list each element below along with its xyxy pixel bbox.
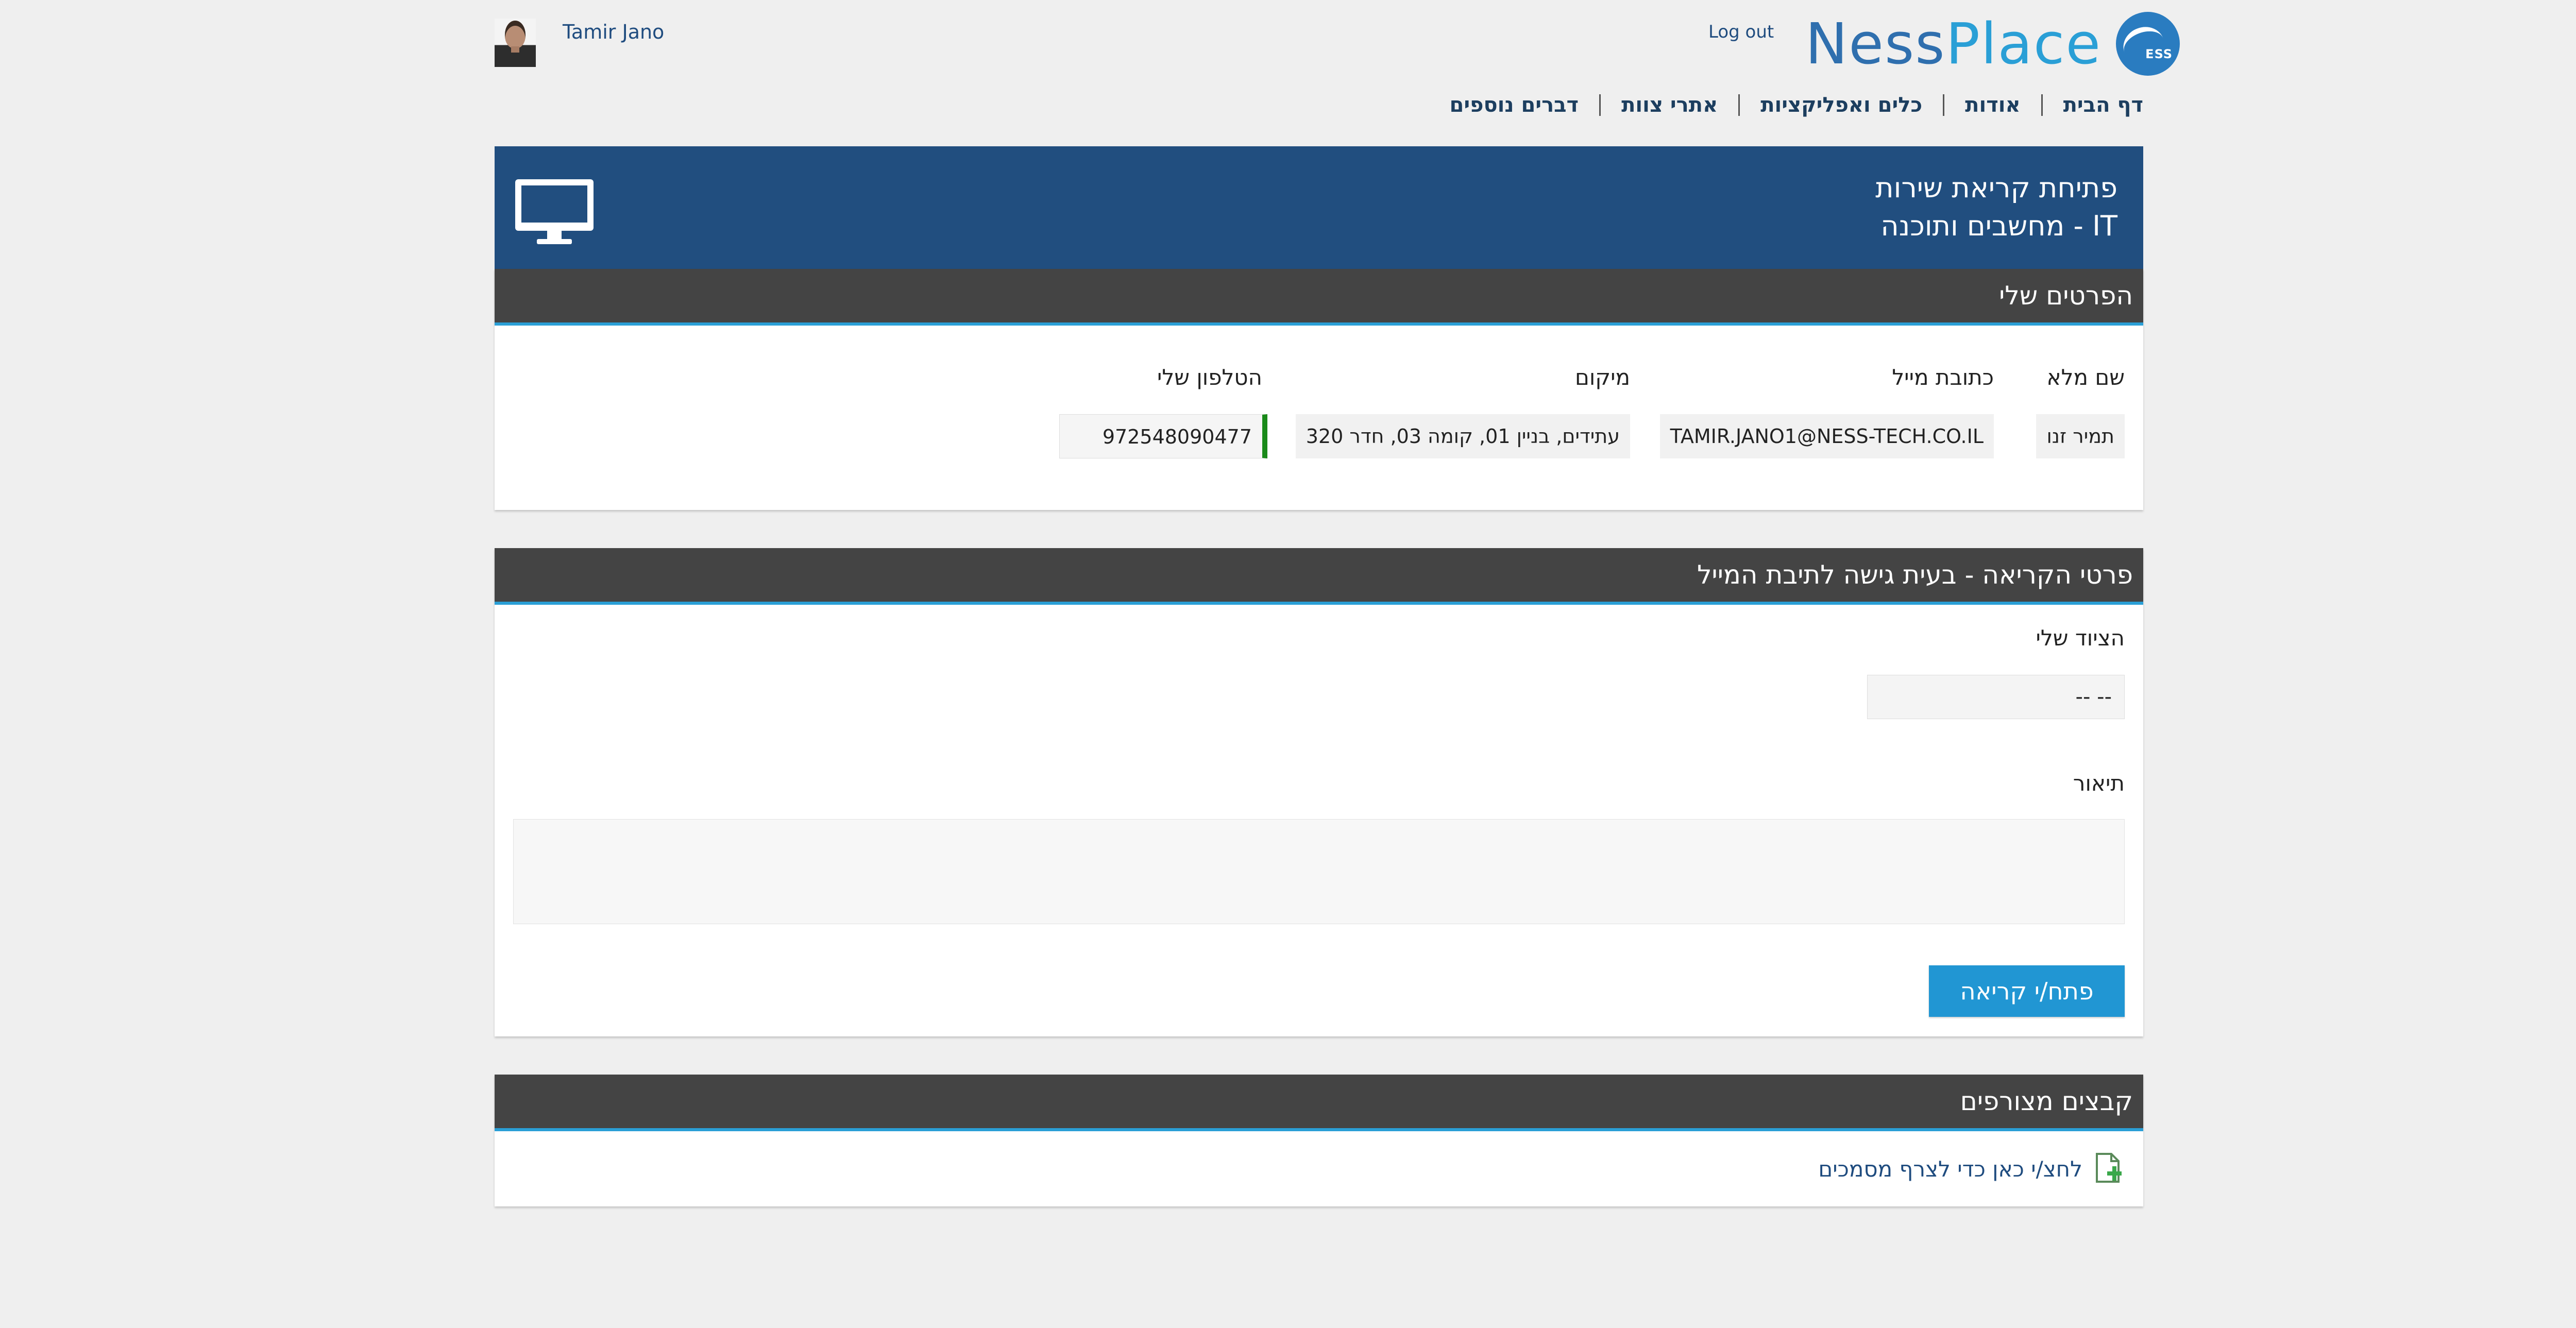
- logo-text: NessPlace: [1805, 11, 2102, 77]
- nessplace-logo[interactable]: NessPlace ESS: [1805, 10, 2180, 77]
- attach-files-link[interactable]: לחצ/י כאן כדי לצרף מסמכים: [1818, 1152, 2124, 1186]
- description-label: תיאור: [2073, 771, 2125, 796]
- full-name-value: תמיר זנו: [2036, 414, 2125, 458]
- attachments-section: קבצים מצורפים לחצ/י כאן כדי לצרף מסמכים: [495, 1075, 2143, 1206]
- equipment-label: הציוד שלי: [2036, 625, 2125, 651]
- description-textarea[interactable]: [513, 819, 2125, 924]
- call-details-section: פרטי הקריאה - בעית גישה לתיבת המייל הציו…: [495, 548, 2143, 1036]
- equipment-select[interactable]: -- --: [1867, 675, 2125, 719]
- add-file-icon: [2096, 1153, 2122, 1183]
- location-label: מיקום: [1574, 365, 1630, 390]
- section-heading: הפרטים שלי: [495, 269, 2143, 326]
- phone-label: הטלפון שלי: [1157, 365, 1262, 390]
- monitor-icon: [515, 179, 594, 244]
- nav-item-tools[interactable]: כלים ואפליקציות: [1740, 89, 1943, 122]
- avatar[interactable]: [495, 19, 536, 67]
- my-details-section: הפרטים שלי שם מלא תמיר זנו כתובת מייל TA…: [495, 269, 2143, 510]
- nav-item-team-sites[interactable]: אתרי צוות: [1601, 89, 1738, 122]
- nav-item-more[interactable]: דברים נוספים: [1429, 89, 1600, 122]
- logout-link[interactable]: Log out: [1708, 22, 1774, 42]
- location-value: עתידים, בניין 01, קומה 03, חדר 320: [1295, 414, 1630, 458]
- open-ticket-button[interactable]: פתח/י קריאה: [1929, 965, 2125, 1017]
- nav-item-about[interactable]: אודות: [1944, 89, 2041, 122]
- section-heading: פרטי הקריאה - בעית גישה לתיבת המייל: [495, 548, 2143, 605]
- phone-input[interactable]: 972548090477: [1059, 414, 1267, 458]
- main-nav: דף הבית אודות כלים ואפליקציות אתרי צוות …: [1429, 89, 2143, 122]
- user-name[interactable]: Tamir Jano: [563, 21, 664, 43]
- email-value: TAMIR.JANO1@NESS-TECH.CO.IL: [1659, 414, 1994, 458]
- ness-logo-icon: ESS: [2116, 12, 2180, 76]
- email-label: כתובת מייל: [1892, 365, 1994, 390]
- page-title: פתיחת קריאת שירות: [1875, 172, 2117, 204]
- nav-divider: [2041, 94, 2043, 116]
- attach-files-label: לחצ/י כאן כדי לצרף מסמכים: [1818, 1156, 2082, 1182]
- page-subtitle: IT - מחשבים ותוכנה: [1880, 210, 2117, 242]
- nav-divider: [1943, 94, 1945, 116]
- page: Tamir Jano Log out NessPlace ESS דף הבית…: [0, 0, 2576, 1328]
- user-block: Tamir Jano: [495, 19, 664, 67]
- nav-item-home[interactable]: דף הבית: [2043, 89, 2143, 122]
- full-name-label: שם מלא: [2046, 365, 2125, 390]
- nav-divider: [1738, 94, 1740, 116]
- section-heading: קבצים מצורפים: [495, 1075, 2143, 1131]
- page-banner: פתיחת קריאת שירות IT - מחשבים ותוכנה: [495, 146, 2143, 269]
- nav-divider: [1599, 94, 1601, 116]
